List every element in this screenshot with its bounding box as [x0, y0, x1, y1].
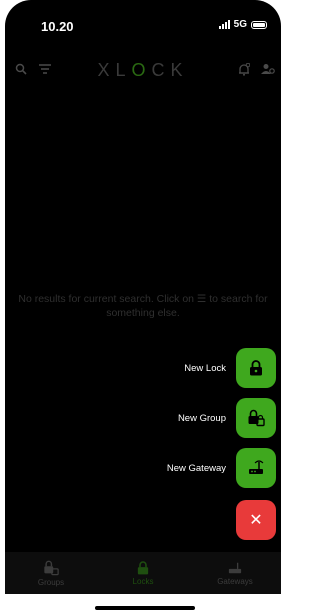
new-gateway-label[interactable]: New Gateway — [167, 463, 226, 474]
close-menu-row[interactable]: ✕ — [236, 500, 276, 540]
new-lock-button[interactable] — [236, 348, 276, 388]
new-lock-row[interactable]: New Lock — [184, 348, 276, 388]
new-group-row[interactable]: New Group — [178, 398, 276, 438]
new-group-label[interactable]: New Group — [178, 413, 226, 424]
lock-icon — [250, 360, 262, 376]
bell-icon[interactable] — [235, 60, 253, 78]
gateway-icon — [228, 562, 242, 573]
lock-icon — [137, 560, 149, 574]
nav-item-groups[interactable]: Groups — [5, 552, 97, 594]
new-gateway-row[interactable]: New Gateway — [167, 448, 276, 488]
group-lock-icon — [44, 560, 59, 575]
network-label: 5G — [233, 19, 247, 30]
empty-results-message: No results for current search. Click on … — [18, 293, 268, 319]
battery-icon — [251, 20, 267, 29]
status-indicators: 5G — [218, 19, 267, 30]
nav-label-gateways: Gateways — [217, 576, 253, 586]
new-lock-label[interactable]: New Lock — [184, 363, 226, 374]
new-group-button[interactable] — [236, 398, 276, 438]
close-menu-button[interactable]: ✕ — [236, 500, 276, 540]
group-lock-icon — [248, 409, 265, 427]
bottom-nav: Groups Locks Gateways — [5, 552, 281, 594]
home-bar-area — [0, 594, 286, 614]
phone-frame: 10.20 5G XLOCK No results for current se… — [0, 0, 286, 614]
signal-icon — [218, 20, 230, 29]
user-settings-icon[interactable] — [259, 60, 277, 78]
nav-item-gateways[interactable]: Gateways — [189, 552, 281, 594]
top-bar: XLOCK — [5, 52, 281, 86]
home-indicator[interactable] — [95, 606, 195, 610]
status-bar: 10.20 5G — [5, 0, 281, 40]
nav-label-groups: Groups — [37, 577, 65, 587]
nav-label-locks: Locks — [132, 576, 154, 586]
gateway-icon — [249, 460, 264, 474]
nav-item-locks[interactable]: Locks — [97, 552, 189, 594]
new-gateway-button[interactable] — [236, 448, 276, 488]
app-screen: 10.20 5G XLOCK No results for current se… — [5, 0, 281, 614]
status-time: 10.20 — [41, 19, 74, 34]
